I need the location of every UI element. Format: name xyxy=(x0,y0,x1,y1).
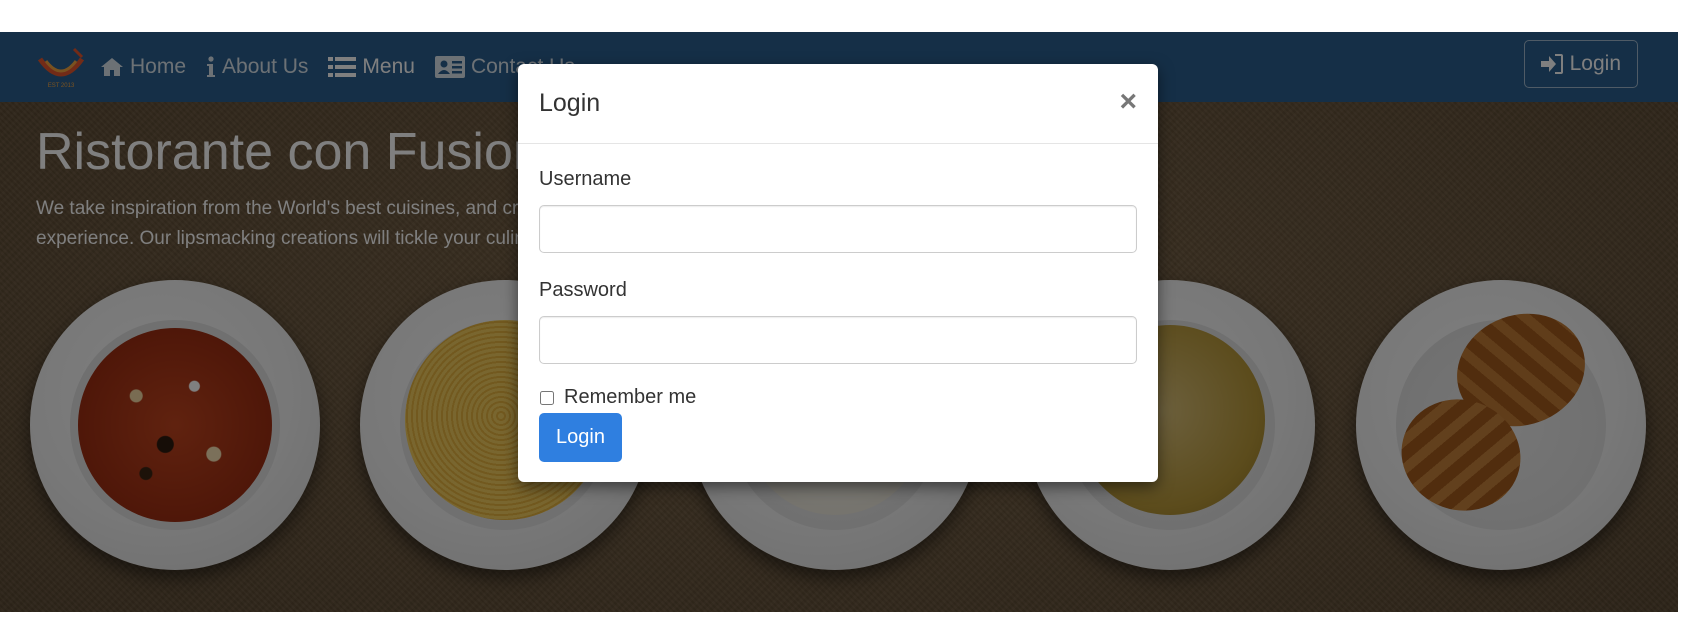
password-input[interactable] xyxy=(539,316,1137,364)
login-submit-button[interactable]: Login xyxy=(539,413,622,462)
remember-me-label: Remember me xyxy=(564,386,697,408)
username-label: Username xyxy=(539,168,632,190)
modal-title: Login xyxy=(539,89,601,117)
page: EST 2013 Home About Us Men xyxy=(0,0,1696,644)
close-button[interactable]: × xyxy=(1119,86,1137,117)
username-input[interactable] xyxy=(539,205,1137,253)
remember-me-checkbox[interactable] xyxy=(540,390,554,405)
remember-me-row: Remember me xyxy=(539,386,1137,409)
modal-body: Username Password Remember me Login xyxy=(518,144,1158,462)
login-form: Username Password Remember me Login xyxy=(539,168,1137,462)
modal-header: Login × xyxy=(518,64,1158,144)
password-label: Password xyxy=(539,279,627,301)
login-modal: Login × Username Password Remember me Lo… xyxy=(518,64,1158,482)
